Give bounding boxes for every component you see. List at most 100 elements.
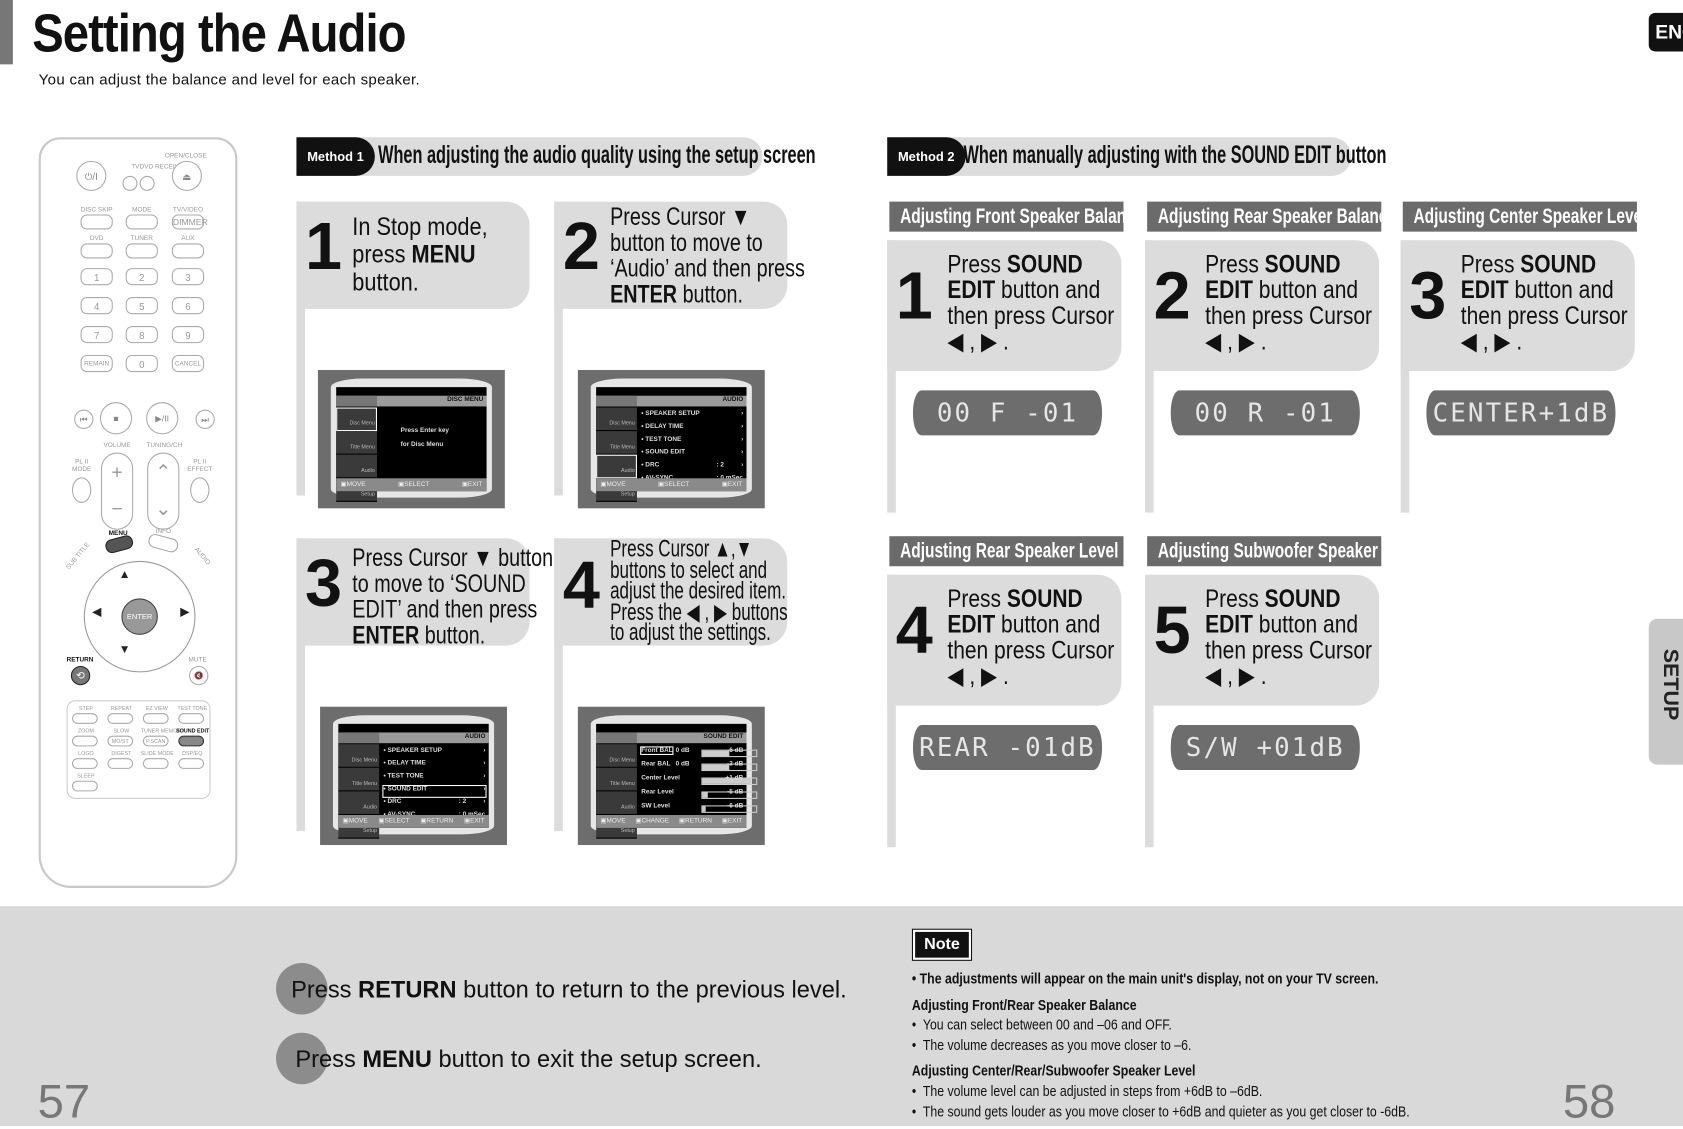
pl-mode-button[interactable] <box>71 477 92 503</box>
mute-button[interactable]: 🔇 <box>189 665 209 686</box>
remote-button[interactable]: DIMMER <box>171 214 208 230</box>
tv-row-label: • SPEAKER SETUP <box>383 747 442 754</box>
step-number: 1 <box>895 259 933 334</box>
dpad-arrow-icon: ▲ <box>118 568 131 582</box>
remote-button[interactable] <box>71 758 98 769</box>
power-button[interactable]: ⏻/I <box>76 160 107 191</box>
tv-menu-header: SOUND EDIT <box>596 732 747 744</box>
tv-message: Press Enter key <box>400 427 450 435</box>
tv-side-menu-item: Title Menu <box>338 767 380 792</box>
subtitle-label: SUB TITLE <box>65 541 92 571</box>
unit-display: REAR -01dB <box>912 724 1103 770</box>
remote-button[interactable] <box>80 214 113 230</box>
remote-button[interactable]: 3 <box>171 268 205 286</box>
text-segment: ◀ , ▶ . <box>947 327 1009 355</box>
tv-header-title: SOUND EDIT <box>703 733 744 740</box>
enter-button[interactable]: ENTER <box>121 598 158 635</box>
tv-row-end: › <box>483 773 486 780</box>
remote-button[interactable]: 5 <box>125 297 158 315</box>
remote-button[interactable] <box>125 243 158 259</box>
remote-button[interactable]: P.SCAN <box>142 735 169 747</box>
remote-button[interactable]: REMAIN <box>80 354 113 373</box>
tv-row-end: › <box>741 410 744 418</box>
remote-button[interactable] <box>125 214 158 230</box>
tv-row-end: -5 dB <box>727 789 744 796</box>
remote-button[interactable]: CANCEL <box>171 354 205 373</box>
transport-button[interactable]: ■ <box>99 402 133 435</box>
remote-button[interactable]: 7 <box>80 326 113 344</box>
remote-button[interactable]: 6 <box>171 297 205 315</box>
remote-button[interactable]: 1 <box>80 268 113 286</box>
remote-button[interactable]: 8 <box>125 326 158 344</box>
note-sub1-title: Adjusting Front/Rear Speaker Balance <box>911 997 1137 1014</box>
tv-slider-fill <box>702 806 706 812</box>
info-button[interactable] <box>146 532 180 554</box>
volume-label: VOLUME <box>103 442 131 450</box>
remote-button[interactable]: 0 <box>125 354 158 373</box>
method1-title: When adjusting the audio quality using t… <box>378 140 816 169</box>
dpad-arrow-icon: ◀ <box>92 605 102 619</box>
note-sub2-title: Adjusting Center/Rear/Subwoofer Speaker … <box>911 1062 1196 1079</box>
volume-rocker[interactable]: + − <box>100 452 134 530</box>
pl-effect-label: PL II EFFECT <box>187 458 213 473</box>
section-label-text: Adjusting Rear Speaker Level <box>900 539 1119 564</box>
transport-button[interactable]: ▶/II <box>146 402 179 435</box>
remote-button[interactable]: 9 <box>171 326 205 344</box>
remote-button[interactable] <box>178 758 205 769</box>
tv-row-label: Front BAL <box>640 746 674 755</box>
menu-instruction: Press MENU button to exit the setup scre… <box>295 1046 761 1074</box>
tv-footer-hint: ▣EXIT <box>721 818 743 825</box>
tv-bezel: AUDIO Disc Menu Title Menu Audio Setup • SPEA… <box>590 378 752 502</box>
text-segment: EDIT <box>1205 610 1253 639</box>
step-number: 3 <box>305 546 343 621</box>
tv-menu-row: • DRC: 2 › <box>641 462 743 473</box>
step-text: Press SOUND EDIT button and then press Cur… <box>1461 251 1628 354</box>
tv-row-label: • TEST TONE <box>641 436 682 443</box>
remote-button[interactable] <box>107 713 134 724</box>
open-close-button[interactable]: ⏏ <box>171 160 202 191</box>
remote-button[interactable]: 2 <box>125 268 158 286</box>
text-segment: button and <box>1252 610 1359 639</box>
button-label: SLIDE MODE <box>140 750 174 758</box>
note-item-text: The sound gets louder as you move closer… <box>922 1103 1410 1120</box>
tv-row-label: • TEST TONE <box>383 773 424 780</box>
remote-button[interactable] <box>142 713 169 724</box>
tv-side-menu-item: Title Menu <box>336 431 378 455</box>
step-text: Press Cursor ▲,▼ buttons to select and adj… <box>610 537 787 644</box>
tv-mode-button[interactable] <box>122 175 138 191</box>
tv-header-title: AUDIO <box>464 733 486 740</box>
tv-menu-header: AUDIO <box>596 395 747 407</box>
text-segment: EDIT <box>947 610 996 639</box>
transport-button[interactable]: ⏮ <box>74 409 94 429</box>
transport-button[interactable]: ⏭ <box>195 409 215 429</box>
tv-row-label: • DRC <box>641 462 660 469</box>
text-segment: ◀ , ▶ . <box>947 661 1009 690</box>
dvd-receiver-mode-button[interactable] <box>139 175 155 191</box>
note-item: • The volume level can be adjusted in st… <box>911 1083 1263 1100</box>
unit-display: S/W +01dB <box>1170 724 1360 770</box>
remote-button[interactable] <box>171 243 205 259</box>
remote-button[interactable]: MO/ST <box>107 735 134 747</box>
remote-button[interactable] <box>142 758 169 769</box>
tv-display: AUDIO Disc Menu Title Menu Audio Setup • SPEA… <box>596 387 747 502</box>
tv-header-logo <box>336 395 378 407</box>
tv-slider-fill <box>702 750 730 757</box>
tuning-rocker[interactable]: ⌃ ⌄ <box>147 452 180 530</box>
step-text: In Stop mode, press MENU button. <box>352 212 487 296</box>
manual-page-spread: Setting the Audio You can adjust the bal… <box>0 0 1683 1129</box>
remote-button[interactable] <box>71 780 98 792</box>
remote-button[interactable] <box>71 735 98 747</box>
section-label: Adjusting Center Speaker Level <box>1402 201 1637 232</box>
pl-effect-button[interactable] <box>190 477 210 503</box>
remote-button[interactable] <box>107 758 134 769</box>
page-number-right: 58 <box>1562 1075 1616 1129</box>
return-button[interactable]: ⟲ <box>70 665 91 686</box>
return-instruction: Press RETURN button to return to the pre… <box>291 976 847 1004</box>
remote-button[interactable] <box>80 243 113 259</box>
remote-button[interactable] <box>71 713 98 724</box>
tv-bezel: AUDIO Disc Menu Title Menu Audio Setup • SPEA… <box>332 715 495 839</box>
text-segment: button to return to the previous level. <box>456 975 847 1003</box>
remote-button[interactable] <box>178 713 205 724</box>
remote-button[interactable]: 4 <box>80 297 113 315</box>
remote-button[interactable] <box>178 735 205 747</box>
